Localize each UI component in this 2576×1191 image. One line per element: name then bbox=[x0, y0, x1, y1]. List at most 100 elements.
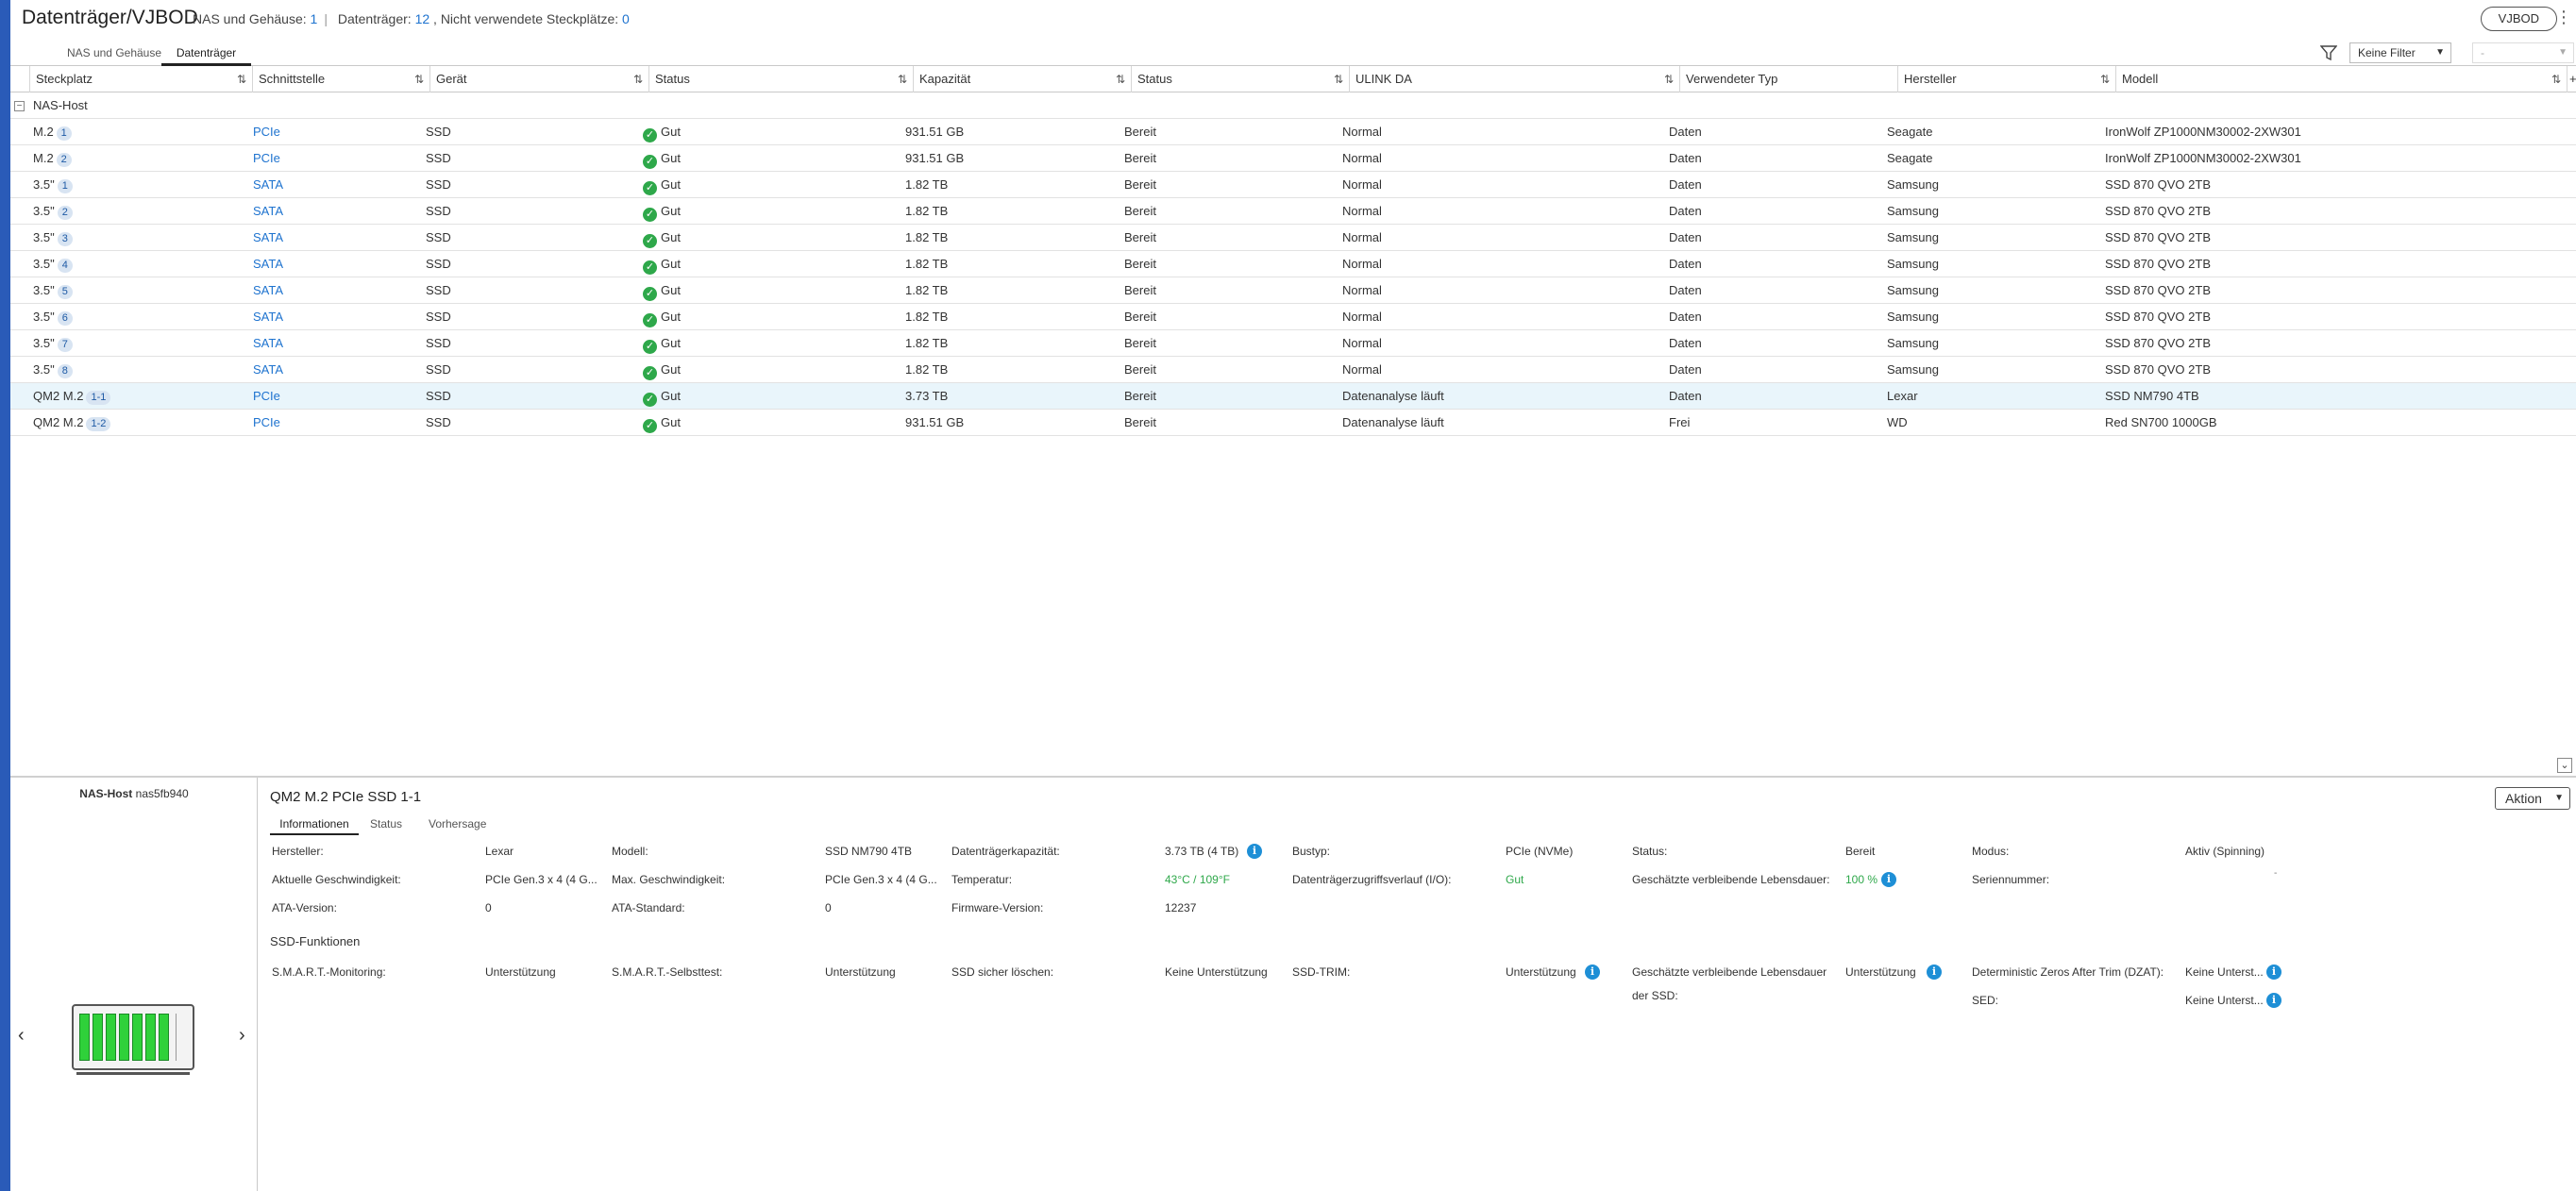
table-row[interactable]: 3.5" 4 SATA SSD ✓ Gut 1.82 TB Bereit Normal Daten… bbox=[10, 251, 2576, 277]
cell-health: ✓ Gut bbox=[643, 304, 907, 330]
cell-interface[interactable]: SATA bbox=[253, 357, 429, 383]
table-row[interactable]: QM2 M.2 1-1 PCIe SSD ✓ Gut 3.73 TB Bereit Datena… bbox=[10, 383, 2576, 410]
health-label: Gut bbox=[661, 310, 681, 324]
cell-interface[interactable]: PCIe bbox=[253, 119, 429, 145]
column-header-capacity[interactable]: Kapazität ⇅ bbox=[913, 66, 1131, 92]
cell-interface[interactable]: SATA bbox=[253, 277, 429, 304]
sort-icon[interactable]: ⇅ bbox=[1334, 66, 1343, 92]
slot-number-badge: 5 bbox=[57, 285, 73, 299]
info-label-firmware: Firmware-Version: bbox=[951, 901, 1044, 914]
add-column-icon[interactable]: + bbox=[2567, 66, 2576, 92]
column-header-vendor[interactable]: Hersteller ⇅ bbox=[1897, 66, 2115, 92]
slot-number-badge: 2 bbox=[56, 153, 72, 167]
info-icon[interactable]: i bbox=[2266, 965, 2281, 980]
collapse-panel-icon[interactable]: ⌄ bbox=[2557, 758, 2572, 773]
column-header-device[interactable]: Gerät ⇅ bbox=[429, 66, 648, 92]
ssd-label-lifespan: Geschätzte verbleibende Lebensdauer bbox=[1632, 965, 1827, 979]
info-value-ata-standard: 0 bbox=[825, 901, 832, 914]
table-row[interactable]: 3.5" 6 SATA SSD ✓ Gut 1.82 TB Bereit Normal Daten… bbox=[10, 304, 2576, 330]
slot-label: 3.5" bbox=[33, 257, 55, 271]
cell-interface[interactable]: SATA bbox=[253, 198, 429, 225]
cell-type: Daten bbox=[1669, 336, 1702, 350]
tab-information[interactable]: Informationen bbox=[270, 817, 359, 835]
more-menu-icon[interactable]: ⋮ bbox=[2555, 8, 2572, 27]
sort-icon[interactable]: ⇅ bbox=[633, 66, 643, 92]
table-row[interactable]: 3.5" 3 SATA SSD ✓ Gut 1.82 TB Bereit Normal Daten… bbox=[10, 225, 2576, 251]
column-header-health[interactable]: Status ⇅ bbox=[648, 66, 913, 92]
table-row[interactable]: 3.5" 1 SATA SSD ✓ Gut 1.82 TB Bereit Normal Daten… bbox=[10, 172, 2576, 198]
info-icon[interactable]: i bbox=[2266, 993, 2281, 1008]
cell-ulink: Normal bbox=[1342, 230, 1382, 244]
slot-number-badge: 6 bbox=[57, 311, 73, 326]
cell-vendor: Lexar bbox=[1887, 389, 1918, 403]
ssd-label-sed: SED: bbox=[1972, 994, 1999, 1007]
filter-icon[interactable] bbox=[2320, 45, 2337, 60]
column-header-model[interactable]: Modell ⇅ bbox=[2115, 66, 2567, 92]
info-label-capacity: Datenträgerkapazität: bbox=[951, 845, 1060, 858]
cell-device: SSD bbox=[426, 204, 451, 218]
sort-icon[interactable]: ⇅ bbox=[898, 66, 907, 92]
cell-interface[interactable]: PCIe bbox=[253, 383, 429, 410]
cell-interface[interactable]: PCIe bbox=[253, 410, 429, 436]
cell-vendor: Samsung bbox=[1887, 257, 1939, 271]
vjbod-button[interactable]: VJBOD bbox=[2480, 7, 2557, 31]
cell-interface[interactable]: SATA bbox=[253, 330, 429, 357]
tab-disks[interactable]: Datenträger bbox=[161, 40, 251, 66]
cell-vendor: WD bbox=[1887, 415, 1908, 429]
info-icon[interactable]: i bbox=[1881, 872, 1896, 887]
cell-interface[interactable]: PCIe bbox=[253, 145, 429, 172]
info-icon[interactable]: i bbox=[1927, 965, 1942, 980]
info-icon[interactable]: i bbox=[1585, 965, 1600, 980]
nas-preview-panel: NAS-Host nas5fb940 ‹ › bbox=[10, 778, 258, 1191]
cell-interface[interactable]: SATA bbox=[253, 304, 429, 330]
chevron-right-icon[interactable]: › bbox=[239, 1025, 245, 1047]
nas-count-value: 1 bbox=[310, 11, 318, 26]
slot-label: M.2 bbox=[33, 151, 54, 165]
cell-vendor: Samsung bbox=[1887, 230, 1939, 244]
slot-number-badge: 1-2 bbox=[86, 417, 111, 431]
disk-table: Steckplatz ⇅ Schnittstelle ⇅ Gerät ⇅ Status… bbox=[10, 66, 2576, 436]
action-button[interactable]: Aktion ▼ bbox=[2495, 787, 2570, 810]
table-row[interactable]: 3.5" 5 SATA SSD ✓ Gut 1.82 TB Bereit Normal Daten… bbox=[10, 277, 2576, 304]
group-row-nas-host[interactable]: − NAS-Host bbox=[10, 92, 2576, 119]
cell-capacity: 931.51 GB bbox=[905, 125, 965, 139]
cell-interface[interactable]: SATA bbox=[253, 251, 429, 277]
filter-secondary-dropdown[interactable]: - ▼ bbox=[2472, 42, 2574, 63]
column-header-status[interactable]: Status ⇅ bbox=[1131, 66, 1349, 92]
sort-icon[interactable]: ⇅ bbox=[237, 66, 246, 92]
slot-number-badge: 8 bbox=[57, 364, 73, 378]
sort-icon[interactable]: ⇅ bbox=[414, 66, 424, 92]
cell-interface[interactable]: SATA bbox=[253, 172, 429, 198]
table-row[interactable]: 3.5" 7 SATA SSD ✓ Gut 1.82 TB Bereit Normal Daten… bbox=[10, 330, 2576, 357]
tab-nas-enclosure[interactable]: NAS und Gehäuse bbox=[48, 40, 180, 66]
sort-icon[interactable]: ⇅ bbox=[2551, 66, 2561, 92]
slot-label: QM2 M.2 bbox=[33, 415, 84, 429]
sort-icon[interactable]: ⇅ bbox=[2100, 66, 2110, 92]
table-row[interactable]: 3.5" 2 SATA SSD ✓ Gut 1.82 TB Bereit Normal Daten… bbox=[10, 198, 2576, 225]
sort-icon[interactable]: ⇅ bbox=[1116, 66, 1125, 92]
collapse-group-icon[interactable]: − bbox=[14, 101, 25, 111]
check-circle-icon: ✓ bbox=[643, 340, 657, 354]
sort-icon[interactable]: ⇅ bbox=[1664, 66, 1674, 92]
info-icon[interactable]: i bbox=[1247, 844, 1262, 859]
tab-status[interactable]: Status bbox=[370, 817, 402, 833]
ssd-value-lifespan: Unterstützung bbox=[1845, 965, 1916, 979]
cell-capacity: 1.82 TB bbox=[905, 336, 949, 350]
chevron-left-icon[interactable]: ‹ bbox=[18, 1025, 25, 1047]
column-header-ulink[interactable]: ULINK DA ⇅ bbox=[1349, 66, 1679, 92]
table-row[interactable]: QM2 M.2 1-2 PCIe SSD ✓ Gut 931.51 GB Bereit Date… bbox=[10, 410, 2576, 436]
cell-model: SSD NM790 4TB bbox=[2105, 389, 2199, 403]
tab-prediction[interactable]: Vorhersage bbox=[429, 817, 486, 833]
filter-dropdown[interactable]: Keine Filter ▼ bbox=[2349, 42, 2451, 63]
table-row[interactable]: M.2 2 PCIe SSD ✓ Gut 931.51 GB Bereit Normal Date… bbox=[10, 145, 2576, 172]
column-header-slot[interactable]: Steckplatz ⇅ bbox=[29, 66, 252, 92]
column-header-interface[interactable]: Schnittstelle ⇅ bbox=[252, 66, 429, 92]
table-row[interactable]: M.2 1 PCIe SSD ✓ Gut 931.51 GB Bereit Normal Date… bbox=[10, 119, 2576, 145]
cell-interface[interactable]: SATA bbox=[253, 225, 429, 251]
table-row[interactable]: 3.5" 8 SATA SSD ✓ Gut 1.82 TB Bereit Normal Daten… bbox=[10, 357, 2576, 383]
cell-capacity: 1.82 TB bbox=[905, 257, 949, 271]
cell-capacity: 1.82 TB bbox=[905, 310, 949, 324]
info-value-mode: Aktiv (Spinning) bbox=[2185, 845, 2265, 858]
cell-model: IronWolf ZP1000NM30002-2XW301 bbox=[2105, 125, 2301, 139]
cell-status: Bereit bbox=[1124, 230, 1156, 244]
